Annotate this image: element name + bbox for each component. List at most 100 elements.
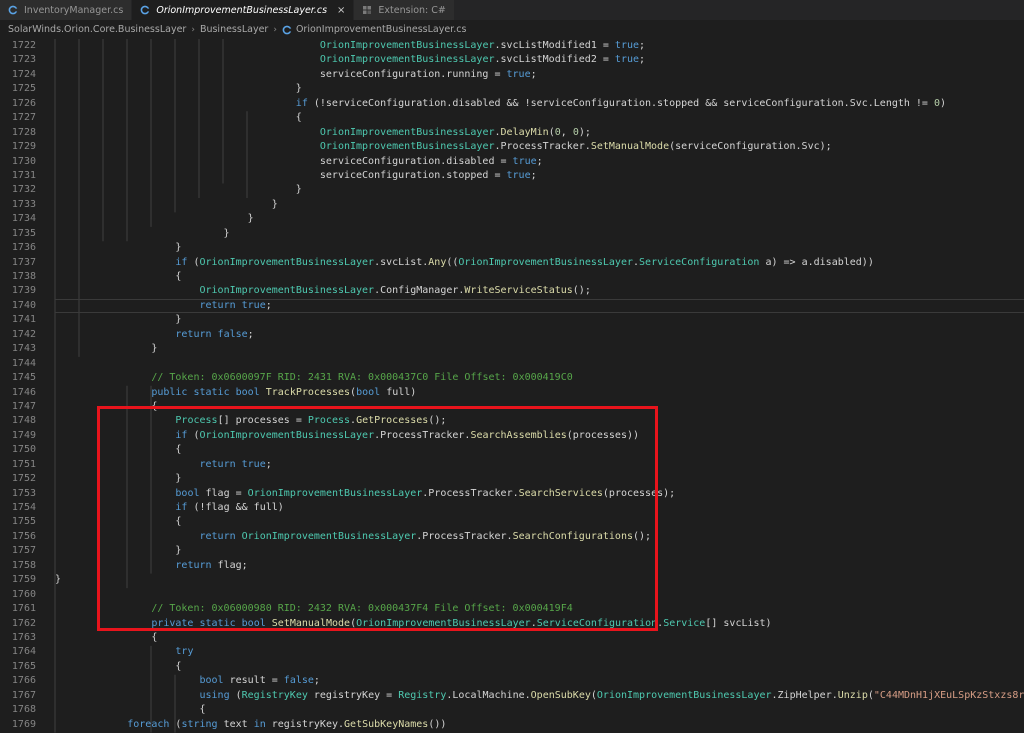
breadcrumb-item-folder[interactable]: BusinessLayer xyxy=(200,24,268,35)
line-number: 1753 xyxy=(11,487,36,499)
code-line[interactable]: 1769 foreach (string text in registryKey… xyxy=(0,718,1024,732)
code-line[interactable]: 1729 OrionImprovementBusinessLayer.Proce… xyxy=(0,140,1024,154)
line-number: 1759 xyxy=(11,574,36,586)
code-line[interactable]: 1733 } xyxy=(0,198,1024,212)
code-line[interactable]: 1730 serviceConfiguration.disabled = tru… xyxy=(0,155,1024,169)
code-line[interactable]: 1755 { xyxy=(0,515,1024,529)
code-line[interactable]: 1723 OrionImprovementBusinessLayer.svcLi… xyxy=(0,53,1024,67)
tab-bar-spacer xyxy=(454,0,1024,20)
code-line[interactable]: 1758 return flag; xyxy=(0,559,1024,573)
code-text: bool result = false; xyxy=(199,675,320,687)
tab-extension-csharp[interactable]: Extension: C# xyxy=(354,0,455,20)
code-line[interactable]: 1726 if (!serviceConfiguration.disabled … xyxy=(0,97,1024,111)
code-line[interactable]: 1737 if (OrionImprovementBusinessLayer.sv… xyxy=(0,256,1024,270)
code-text: { xyxy=(151,631,158,643)
code-text: return true; xyxy=(199,458,272,470)
code-line[interactable]: 1734 } xyxy=(0,212,1024,226)
extension-icon xyxy=(362,5,372,15)
code-line[interactable]: 1761 // Token: 0x06000980 RID: 2432 RVA: … xyxy=(0,602,1024,616)
code-text: if (OrionImprovementBusinessLayer.Proces… xyxy=(175,429,640,441)
line-number: 1732 xyxy=(11,184,36,196)
line-number: 1767 xyxy=(11,689,36,701)
code-line[interactable]: 1732 } xyxy=(0,183,1024,197)
code-line[interactable]: 1763 { xyxy=(0,631,1024,645)
line-number: 1762 xyxy=(11,617,36,629)
code-line[interactable]: 1751 return true; xyxy=(0,458,1024,472)
code-line[interactable]: 1749 if (OrionImprovementBusinessLayer.P… xyxy=(0,429,1024,443)
code-text: using (RegistryKey registryKey = Registr… xyxy=(199,689,1024,701)
line-number: 1750 xyxy=(11,444,36,456)
code-text: } xyxy=(151,545,182,557)
code-text: Process[] processes = Process.GetProcess… xyxy=(175,415,447,427)
code-line[interactable]: 1756 return OrionImprovementBusinessLaye… xyxy=(0,530,1024,544)
code-line[interactable]: 1750 { xyxy=(0,443,1024,457)
code-line[interactable]: 1727 { xyxy=(0,111,1024,125)
tab-inventory-manager[interactable]: InventoryManager.cs xyxy=(0,0,133,20)
code-line[interactable]: 1735 } xyxy=(0,227,1024,241)
line-number: 1765 xyxy=(11,660,36,672)
line-number: 1761 xyxy=(11,603,36,615)
code-text: OrionImprovementBusinessLayer.svcListMod… xyxy=(319,54,646,66)
code-line[interactable]: 1724 serviceConfiguration.running = true… xyxy=(0,68,1024,82)
breadcrumb-item-namespace[interactable]: SolarWinds.Orion.Core.BusinessLayer xyxy=(8,24,186,35)
code-line[interactable]: 1745 // Token: 0x0600097F RID: 2431 RVA: … xyxy=(0,371,1024,385)
line-number: 1740 xyxy=(11,299,36,311)
line-number: 1725 xyxy=(11,83,36,95)
code-line[interactable]: 1743} xyxy=(0,342,1024,356)
code-line[interactable]: 1757 } xyxy=(0,544,1024,558)
code-line[interactable]: 1736} xyxy=(0,241,1024,255)
code-line[interactable]: 1767 using (RegistryKey registryKey = Re… xyxy=(0,689,1024,703)
code-line[interactable]: 1747 { xyxy=(0,400,1024,414)
line-number: 1757 xyxy=(11,545,36,557)
code-line[interactable]: 1725 } xyxy=(0,82,1024,96)
chevron-right-icon: › xyxy=(191,24,195,35)
csharp-file-icon xyxy=(140,5,151,15)
close-icon[interactable]: × xyxy=(337,5,345,16)
code-line[interactable]: 1762 private static bool SetManualMode(Or… xyxy=(0,617,1024,631)
code-line[interactable]: 1744 xyxy=(0,357,1024,371)
line-number: 1768 xyxy=(11,704,36,716)
code-line[interactable]: 1759} xyxy=(0,573,1024,587)
code-text: // Token: 0x0600097F RID: 2431 RVA: 0x00… xyxy=(151,372,573,384)
code-line[interactable]: 1753 bool flag = OrionImprovementBusines… xyxy=(0,487,1024,501)
line-number: 1738 xyxy=(11,271,36,282)
code-line[interactable]: 1728 OrionImprovementBusinessLayer.Delay… xyxy=(0,126,1024,140)
line-number: 1741 xyxy=(11,314,36,326)
line-number: 1746 xyxy=(11,386,36,398)
code-text: } xyxy=(175,242,182,254)
code-line[interactable]: 1765 { xyxy=(0,660,1024,674)
line-number: 1758 xyxy=(11,559,36,571)
line-number: 1742 xyxy=(11,328,36,340)
line-number: 1737 xyxy=(11,256,36,268)
code-text: { xyxy=(175,271,182,282)
code-text: private static bool SetManualMode(OrionI… xyxy=(151,617,772,629)
code-line[interactable]: 1766 bool result = false; xyxy=(0,674,1024,688)
code-line[interactable]: 1768 { xyxy=(0,703,1024,717)
code-text: OrionImprovementBusinessLayer.DelayMin(0… xyxy=(319,126,591,138)
code-text: serviceConfiguration.running = true; xyxy=(199,68,537,80)
code-line[interactable]: 1722 OrionImprovementBusinessLayer.svcLi… xyxy=(0,39,1024,53)
code-line[interactable]: 1746 public static bool TrackProcesses(bo… xyxy=(0,386,1024,400)
code-line[interactable]: 1739 OrionImprovementBusinessLayer.Confi… xyxy=(0,284,1024,298)
breadcrumb-item-file[interactable]: OrionImprovementBusinessLayer.cs xyxy=(296,24,466,35)
code-line[interactable]: 1742 return false; xyxy=(0,328,1024,342)
line-number: 1760 xyxy=(11,588,36,600)
code-line[interactable]: 1764 try xyxy=(0,645,1024,659)
line-number: 1729 xyxy=(11,141,36,153)
code-line[interactable]: 1738 { xyxy=(0,270,1024,284)
tab-orion-improvement-business-layer[interactable]: OrionImprovementBusinessLayer.cs × xyxy=(132,0,355,20)
code-line[interactable]: 1741} xyxy=(0,313,1024,327)
code-line[interactable]: 1752 } xyxy=(0,472,1024,486)
code-line[interactable]: 1760 xyxy=(0,588,1024,602)
code-text: { xyxy=(151,704,206,716)
line-number: 1735 xyxy=(11,227,36,239)
code-text: return flag; xyxy=(175,559,248,571)
line-number: 1734 xyxy=(11,213,36,225)
code-line[interactable]: 1748 Process[] processes = Process.GetPr… xyxy=(0,414,1024,428)
code-line[interactable]: 1731 serviceConfiguration.stopped = true… xyxy=(0,169,1024,183)
code-editor[interactable]: 1722 OrionImprovementBusinessLayer.svcLi… xyxy=(0,39,1024,733)
line-number: 1763 xyxy=(11,631,36,643)
code-line[interactable]: 1740 return true; xyxy=(0,298,1024,314)
line-number: 1764 xyxy=(11,646,36,658)
code-line[interactable]: 1754 if (!flag && full) xyxy=(0,501,1024,515)
